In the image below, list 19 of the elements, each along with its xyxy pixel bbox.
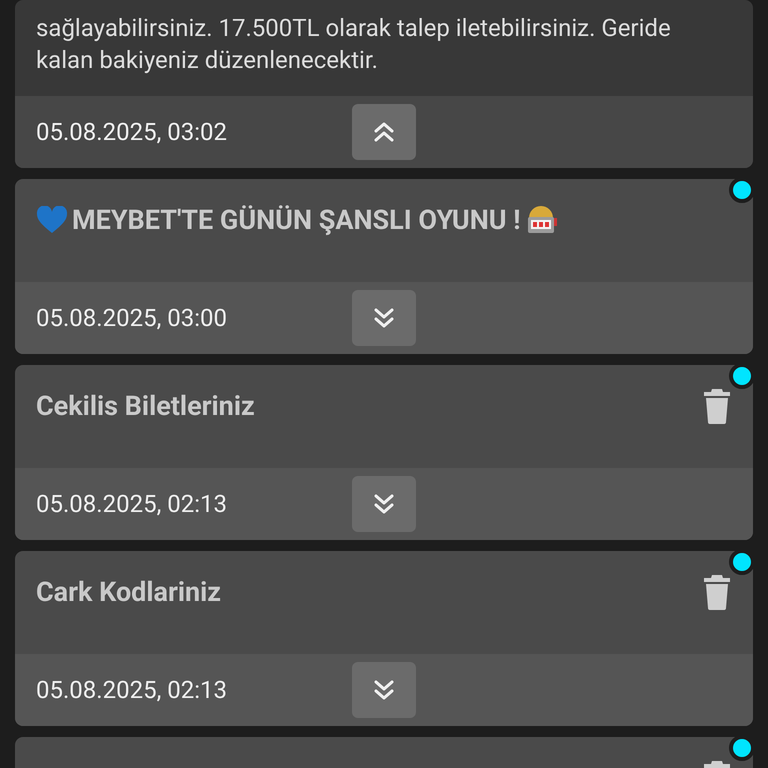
notification-date: 05.08.2025, 02:13 (36, 490, 228, 518)
notification-title: Cark Kodlariniz (36, 576, 222, 608)
notification-title: Cekilis Biletleriniz (36, 390, 255, 422)
notification-date: 05.08.2025, 03:00 (36, 304, 228, 332)
notification-message: sağlayabilirsiniz. 17.500TL olarak talep iletebilirsiniz. Geride kalan bakiyeniz düzenlenecektir. (36, 13, 672, 76)
double-chevron-up-icon (374, 121, 394, 143)
trash-icon[interactable] (703, 574, 731, 610)
expand-button[interactable] (352, 476, 416, 532)
double-chevron-down-icon (374, 307, 394, 329)
expand-button[interactable] (352, 290, 416, 346)
collapse-button[interactable] (352, 104, 416, 160)
notification-date: 05.08.2025, 02:13 (36, 676, 228, 704)
heart-icon (36, 206, 68, 234)
trash-icon[interactable] (703, 388, 731, 424)
double-chevron-down-icon (374, 493, 394, 515)
expand-button[interactable] (352, 662, 416, 718)
notification-date: 05.08.2025, 03:02 (36, 118, 228, 146)
notification-title: MEYBET'TE GÜNÜN ŞANSLI OYUNU ! (72, 204, 521, 236)
double-chevron-down-icon (374, 679, 394, 701)
